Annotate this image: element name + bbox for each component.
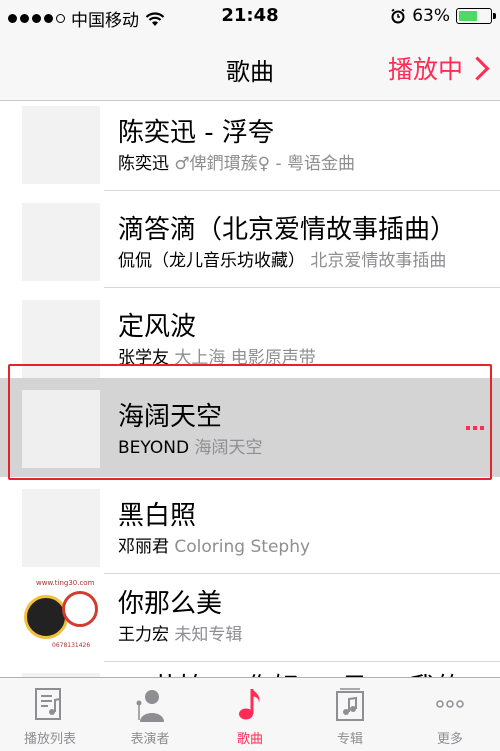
song-subtitle: 王力宏 未知专辑	[118, 620, 242, 645]
status-bar: 中国移动 21:48 63%	[0, 0, 500, 34]
tab-bar: 播放列表 表演者 歌曲 专辑 更多	[0, 677, 500, 751]
song-row[interactable]: 陈奕迅 - 浮夸 陈奕迅 ♂俾鍆瑻蔟♀ - 粤语金曲	[0, 101, 500, 191]
song-row[interactable]: www.ting30.com 0678131426 你那么美 王力宏 未知专辑	[0, 565, 500, 662]
song-subtitle: 邓丽君 Coloring Stephy	[118, 532, 310, 557]
tab-artists[interactable]: 表演者	[100, 678, 200, 751]
tab-playlists[interactable]: 播放列表	[0, 678, 100, 751]
album-art-placeholder	[22, 106, 100, 184]
tab-albums[interactable]: 专辑	[300, 678, 400, 751]
alarm-icon	[391, 8, 405, 24]
song-row-partial[interactable]: 一 节拍 … 你好 … 日 … 我的 … 好 …	[0, 661, 500, 677]
music-note-icon	[239, 689, 260, 720]
song-title: 你那么美	[118, 589, 223, 619]
tab-label: 歌曲	[236, 732, 263, 747]
song-title-partial: 一 节拍 … 你好 … 日 … 我的 … 好 …	[118, 667, 500, 677]
song-artist: 邓丽君	[118, 537, 169, 557]
more-icon	[436, 700, 464, 708]
battery-icon	[456, 8, 496, 24]
song-row[interactable]: 黑白照 邓丽君 Coloring Stephy	[0, 477, 500, 574]
song-album: Coloring Stephy	[174, 537, 311, 557]
song-album: ♂俾鍆瑻蔟♀ - 粤语金曲	[174, 154, 356, 174]
tab-more[interactable]: 更多	[400, 678, 500, 751]
song-title: 黑白照	[118, 501, 197, 531]
song-album: 北京爱情故事插曲	[310, 251, 447, 271]
playlist-icon	[35, 688, 61, 720]
artist-icon	[136, 690, 164, 722]
tab-label: 播放列表	[23, 732, 76, 747]
chevron-right-icon	[465, 55, 490, 81]
album-icon	[336, 688, 364, 721]
song-subtitle: 陈奕迅 ♂俾鍆瑻蔟♀ - 粤语金曲	[118, 149, 355, 174]
song-artist: 王力宏	[118, 625, 169, 645]
annotation-highlight-box	[8, 364, 492, 480]
song-row[interactable]: 滴答滴（北京爱情故事插曲） 侃侃（龙儿音乐坊收藏） 北京爱情故事插曲	[0, 191, 500, 288]
tab-label: 专辑	[336, 732, 363, 747]
album-art-placeholder	[22, 489, 100, 567]
song-album: 未知专辑	[174, 625, 243, 645]
song-title: 陈奕迅 - 浮夸	[118, 118, 274, 148]
album-art: www.ting30.com 0678131426	[22, 577, 100, 655]
now-playing-label: 播放中	[387, 55, 463, 84]
navigation-bar: 歌曲 播放中	[0, 34, 500, 101]
tab-label: 更多	[436, 732, 463, 747]
now-playing-button[interactable]: 播放中	[387, 50, 490, 86]
battery-percentage: 63%	[412, 6, 450, 26]
tab-songs[interactable]: 歌曲	[200, 678, 300, 751]
album-art-placeholder	[22, 203, 100, 281]
song-subtitle: 侃侃（龙儿音乐坊收藏） 北京爱情故事插曲	[118, 246, 446, 271]
song-artist: 陈奕迅	[118, 154, 169, 174]
tab-label: 表演者	[130, 732, 170, 747]
song-title: 滴答滴（北京爱情故事插曲）	[118, 215, 457, 245]
song-artist: 侃侃（龙儿音乐坊收藏）	[118, 251, 305, 271]
song-title: 定风波	[118, 312, 197, 342]
